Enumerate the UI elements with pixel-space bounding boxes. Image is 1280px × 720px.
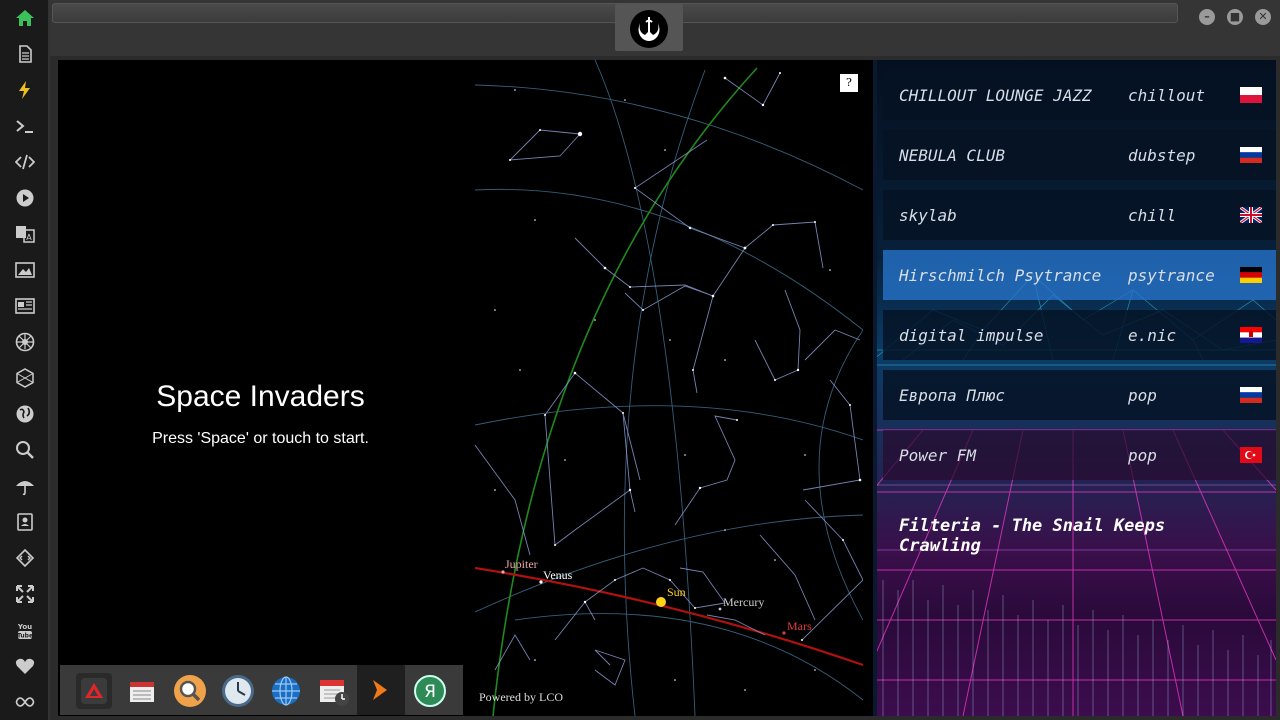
empire-icon[interactable] (13, 330, 37, 354)
station-genre: e.nic (1128, 325, 1177, 345)
app-sidebar: A You Tube (0, 0, 50, 720)
station-genre: chill (1128, 205, 1177, 225)
rebel-alliance-icon (630, 10, 668, 48)
infinity-icon[interactable] (13, 690, 37, 714)
main-frame: Space Invaders Press 'Space' or touch to… (58, 60, 1276, 716)
station-genre: pop (1128, 385, 1157, 405)
station-row[interactable]: Европа Плюс pop (883, 370, 1276, 420)
terminal-app-icon[interactable] (357, 665, 405, 715)
play-icon[interactable] (13, 186, 37, 210)
now-playing-track: Filteria - The Snail Keeps Crawling (899, 516, 1166, 556)
expand-icon[interactable] (13, 582, 37, 606)
station-name: digital impulse (899, 325, 1044, 345)
scheduler-app-icon[interactable] (316, 673, 352, 709)
mars-label: Mars (787, 619, 812, 633)
clock-app-icon[interactable] (220, 673, 256, 709)
station-name: CHILLOUT LOUNGE JAZZ (899, 85, 1092, 105)
uk-flag-icon (1240, 207, 1262, 223)
terminal-icon[interactable] (13, 114, 37, 138)
poland-flag-icon (1240, 87, 1262, 103)
translate-icon[interactable]: A (13, 222, 37, 246)
vivaldi-app-icon[interactable] (76, 673, 112, 709)
sky-map[interactable]: Jupiter Venus Sun Mercury Mars ? Powered… (475, 60, 863, 716)
app-dock: Я (60, 665, 463, 715)
svg-text:A: A (26, 233, 32, 242)
mercury-label: Mercury (723, 595, 764, 609)
globe-icon[interactable] (13, 402, 37, 426)
space-invaders-panel[interactable]: Space Invaders Press 'Space' or touch to… (58, 60, 475, 716)
station-name: Power FM (899, 445, 977, 465)
station-row[interactable]: CHILLOUT LOUNGE JAZZ chillout (883, 70, 1276, 120)
browser-globe-app-icon[interactable] (268, 673, 304, 709)
station-name: NEBULA CLUB (899, 145, 1005, 165)
station-row[interactable]: digital impulse e.nic (883, 310, 1276, 360)
station-row[interactable]: NEBULA CLUB dubstep (883, 130, 1276, 180)
station-genre: chillout (1128, 85, 1206, 105)
russia-flag-icon (1240, 387, 1262, 403)
turkey-flag-icon (1240, 447, 1262, 463)
game-subtitle: Press 'Space' or touch to start. (152, 430, 369, 447)
contacts-icon[interactable] (13, 510, 37, 534)
yandex-app-icon[interactable]: Я (412, 673, 448, 709)
youtube-icon[interactable]: You Tube (13, 618, 37, 642)
diamond-code-icon[interactable] (13, 546, 37, 570)
image-icon[interactable] (13, 258, 37, 282)
station-genre: pop (1128, 445, 1157, 465)
station-row-active[interactable]: Hirschmilch Psytrance psytrance (883, 250, 1276, 300)
croatia-flag-icon (1240, 327, 1262, 343)
magnifier-app-icon[interactable] (172, 673, 208, 709)
maximize-button[interactable]: ■ (1227, 9, 1243, 25)
hexagon-icon[interactable] (13, 366, 37, 390)
minimize-button[interactable]: – (1199, 9, 1215, 25)
germany-flag-icon (1240, 267, 1262, 283)
search-icon[interactable] (13, 438, 37, 462)
heart-icon[interactable] (13, 654, 37, 678)
station-row[interactable]: Power FM pop (883, 430, 1276, 480)
code-icon[interactable] (13, 150, 37, 174)
station-genre: psytrance (1128, 265, 1215, 285)
radio-station-panel: CHILLOUT LOUNGE JAZZ chillout NEBULA CLU… (873, 60, 1276, 716)
game-title: Space Invaders (156, 380, 365, 413)
close-button[interactable]: ✕ (1255, 9, 1271, 25)
document-icon[interactable] (13, 42, 37, 66)
svg-text:You: You (17, 623, 32, 631)
jupiter-label: Jupiter (505, 557, 538, 571)
station-name: Европа Плюс (899, 385, 1005, 405)
home-icon[interactable] (13, 6, 37, 30)
svg-text:Я: Я (424, 682, 436, 702)
logo-tab[interactable] (615, 4, 683, 51)
calendar-app-icon[interactable] (124, 673, 160, 709)
top-bar: – ■ ✕ (50, 0, 1280, 56)
umbrella-icon[interactable] (13, 474, 37, 498)
svg-text:Tube: Tube (17, 633, 33, 640)
station-genre: dubstep (1128, 145, 1196, 165)
station-row[interactable]: skylab chill (883, 190, 1276, 240)
station-name: skylab (899, 205, 957, 225)
venus-label: Venus (543, 568, 573, 582)
station-name: Hirschmilch Psytrance (899, 265, 1102, 285)
lightning-icon[interactable] (13, 78, 37, 102)
sun-label: Sun (667, 585, 686, 599)
russia-flag-icon (1240, 147, 1262, 163)
help-button[interactable]: ? (840, 74, 858, 92)
newspaper-icon[interactable] (13, 294, 37, 318)
powered-by-label: Powered by LCO (479, 690, 563, 704)
